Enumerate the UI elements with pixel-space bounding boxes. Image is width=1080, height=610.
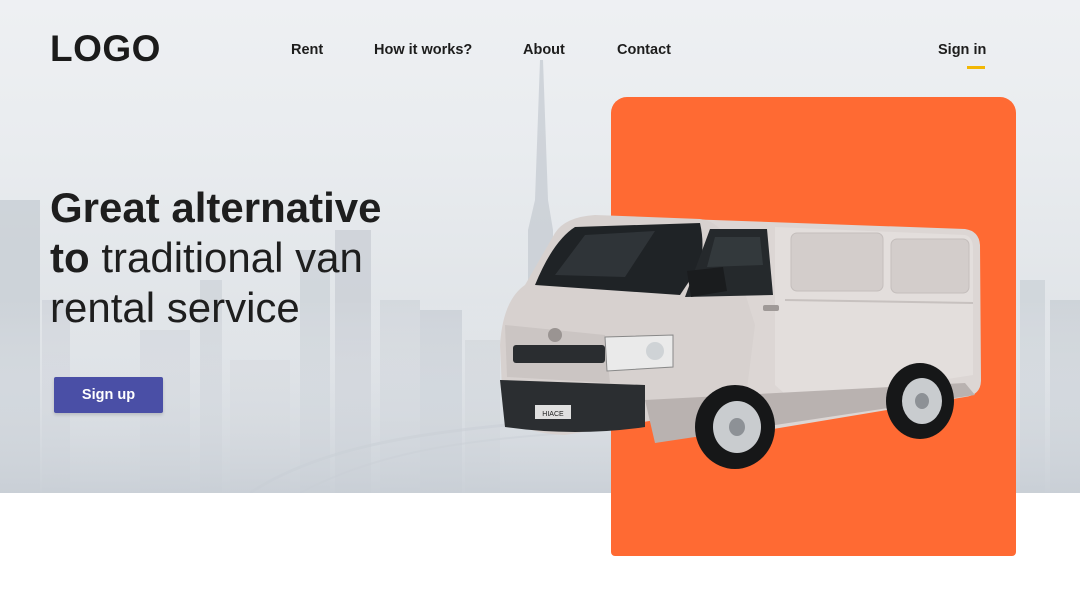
headline-line-3: rental service bbox=[50, 284, 300, 331]
headline-line-1: Great alternative bbox=[50, 184, 382, 231]
nav-item-contact[interactable]: Contact bbox=[617, 42, 671, 58]
signin-link[interactable]: Sign in bbox=[938, 42, 986, 58]
main-nav: Rent How it works? About Contact bbox=[0, 42, 1080, 62]
nav-item-rent[interactable]: Rent bbox=[291, 42, 323, 58]
headline-line-2-rest: traditional van bbox=[89, 234, 363, 281]
headline-line-2-bold: to bbox=[50, 234, 90, 281]
van-badge: HIACE bbox=[542, 411, 564, 418]
signin-underline bbox=[967, 66, 985, 69]
signup-button[interactable]: Sign up bbox=[54, 377, 163, 413]
hero-headline: Great alternative to traditional van ren… bbox=[50, 183, 470, 333]
van-image: HIACE bbox=[500, 215, 981, 469]
nav-item-about[interactable]: About bbox=[523, 42, 565, 58]
nav-item-how-it-works[interactable]: How it works? bbox=[374, 42, 472, 58]
